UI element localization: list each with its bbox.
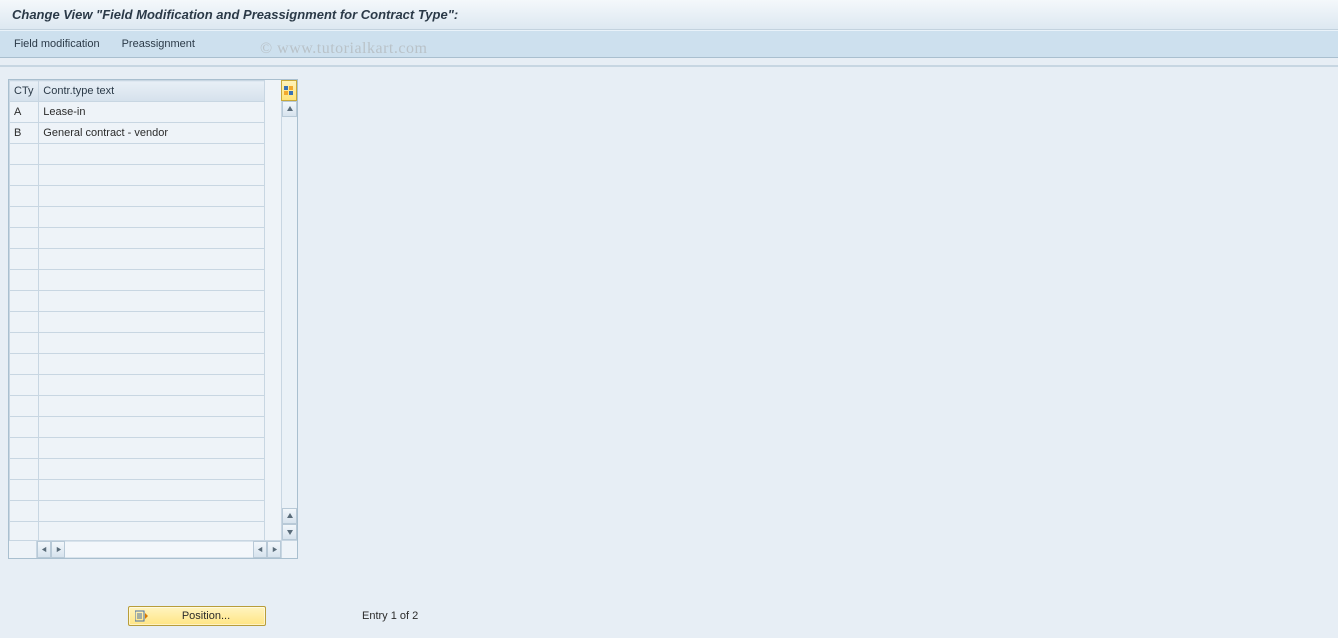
scroll-left-end-icon[interactable] xyxy=(253,541,267,558)
cell-text[interactable] xyxy=(39,165,265,186)
cell-text[interactable] xyxy=(39,312,265,333)
table-row[interactable] xyxy=(10,417,265,438)
toolbar: Field modification Preassignment xyxy=(0,30,1338,58)
cell-text[interactable]: Lease-in xyxy=(39,102,265,123)
table-row[interactable]: ALease-in xyxy=(10,102,265,123)
cell-cty[interactable] xyxy=(10,501,39,522)
cell-text[interactable] xyxy=(39,501,265,522)
cell-cty[interactable] xyxy=(10,312,39,333)
table-row[interactable] xyxy=(10,438,265,459)
table-row[interactable] xyxy=(10,312,265,333)
cell-text[interactable] xyxy=(39,438,265,459)
table-row[interactable]: BGeneral contract - vendor xyxy=(10,123,265,144)
table-row[interactable] xyxy=(10,333,265,354)
scroll-up-icon[interactable] xyxy=(282,101,297,117)
cell-text[interactable] xyxy=(39,459,265,480)
position-button[interactable]: Position... xyxy=(128,606,266,626)
cell-cty[interactable]: B xyxy=(10,123,39,144)
cell-text[interactable] xyxy=(39,270,265,291)
table-row[interactable] xyxy=(10,522,265,541)
table-row[interactable] xyxy=(10,270,265,291)
vertical-scrollbar[interactable] xyxy=(281,101,297,540)
title-bar: Change View "Field Modification and Prea… xyxy=(0,0,1338,30)
table-row[interactable] xyxy=(10,354,265,375)
vscroll-track[interactable] xyxy=(282,117,297,508)
cell-cty[interactable] xyxy=(10,333,39,354)
toolbar-field-modification[interactable]: Field modification xyxy=(14,38,100,50)
scroll-corner xyxy=(281,541,297,558)
cell-text[interactable] xyxy=(39,249,265,270)
toolbar-preassignment[interactable]: Preassignment xyxy=(122,38,195,50)
entry-status: Entry 1 of 2 xyxy=(362,610,418,622)
table-row[interactable] xyxy=(10,249,265,270)
horizontal-scrollbar[interactable] xyxy=(9,540,297,558)
cell-cty[interactable] xyxy=(10,375,39,396)
cell-cty[interactable] xyxy=(10,249,39,270)
hscroll-spacer xyxy=(9,541,37,558)
cell-text[interactable] xyxy=(39,396,265,417)
table-row[interactable] xyxy=(10,291,265,312)
hscroll-track[interactable] xyxy=(65,541,253,558)
cell-cty[interactable] xyxy=(10,144,39,165)
table-row[interactable] xyxy=(10,144,265,165)
cell-cty[interactable]: A xyxy=(10,102,39,123)
cell-cty[interactable] xyxy=(10,417,39,438)
cell-cty[interactable] xyxy=(10,186,39,207)
cell-text[interactable] xyxy=(39,354,265,375)
table-row[interactable] xyxy=(10,375,265,396)
cell-text[interactable] xyxy=(39,228,265,249)
table-row[interactable] xyxy=(10,396,265,417)
scroll-down-icon[interactable] xyxy=(282,524,297,540)
footer: Position... Entry 1 of 2 xyxy=(0,604,1338,628)
cell-cty[interactable] xyxy=(10,459,39,480)
content-area: CTy Contr.type text ALease-inBGeneral co… xyxy=(0,65,1338,638)
cell-cty[interactable] xyxy=(10,207,39,228)
table-row[interactable] xyxy=(10,480,265,501)
position-label: Position... xyxy=(153,610,259,622)
position-icon xyxy=(135,610,149,622)
table-row[interactable] xyxy=(10,207,265,228)
scroll-left-icon[interactable] xyxy=(37,541,51,558)
cell-text[interactable] xyxy=(39,480,265,501)
cell-text[interactable] xyxy=(39,144,265,165)
cell-text[interactable] xyxy=(39,207,265,228)
cell-cty[interactable] xyxy=(10,438,39,459)
cell-cty[interactable] xyxy=(10,480,39,501)
cell-text[interactable] xyxy=(39,375,265,396)
grid-body: CTy Contr.type text ALease-inBGeneral co… xyxy=(9,80,297,540)
cell-cty[interactable] xyxy=(10,228,39,249)
scroll-up-step-icon[interactable] xyxy=(282,508,297,524)
table-container: CTy Contr.type text ALease-inBGeneral co… xyxy=(8,79,298,559)
col-header-cty[interactable]: CTy xyxy=(10,81,39,102)
cell-text[interactable] xyxy=(39,291,265,312)
cell-cty[interactable] xyxy=(10,396,39,417)
cell-cty[interactable] xyxy=(10,291,39,312)
col-header-text[interactable]: Contr.type text xyxy=(39,81,265,102)
scroll-right-end-icon[interactable] xyxy=(267,541,281,558)
cell-text[interactable] xyxy=(39,522,265,541)
table-row[interactable] xyxy=(10,459,265,480)
cell-cty[interactable] xyxy=(10,270,39,291)
contract-type-table: CTy Contr.type text ALease-inBGeneral co… xyxy=(9,80,265,540)
cell-text[interactable]: General contract - vendor xyxy=(39,123,265,144)
cell-cty[interactable] xyxy=(10,522,39,541)
table-row[interactable] xyxy=(10,165,265,186)
table-settings-icon[interactable] xyxy=(281,80,297,101)
table-row[interactable] xyxy=(10,501,265,522)
cell-text[interactable] xyxy=(39,186,265,207)
cell-cty[interactable] xyxy=(10,165,39,186)
table-row[interactable] xyxy=(10,228,265,249)
page-title: Change View "Field Modification and Prea… xyxy=(12,7,458,22)
table-row[interactable] xyxy=(10,186,265,207)
cell-cty[interactable] xyxy=(10,354,39,375)
cell-text[interactable] xyxy=(39,333,265,354)
cell-text[interactable] xyxy=(39,417,265,438)
scroll-right-icon[interactable] xyxy=(51,541,65,558)
